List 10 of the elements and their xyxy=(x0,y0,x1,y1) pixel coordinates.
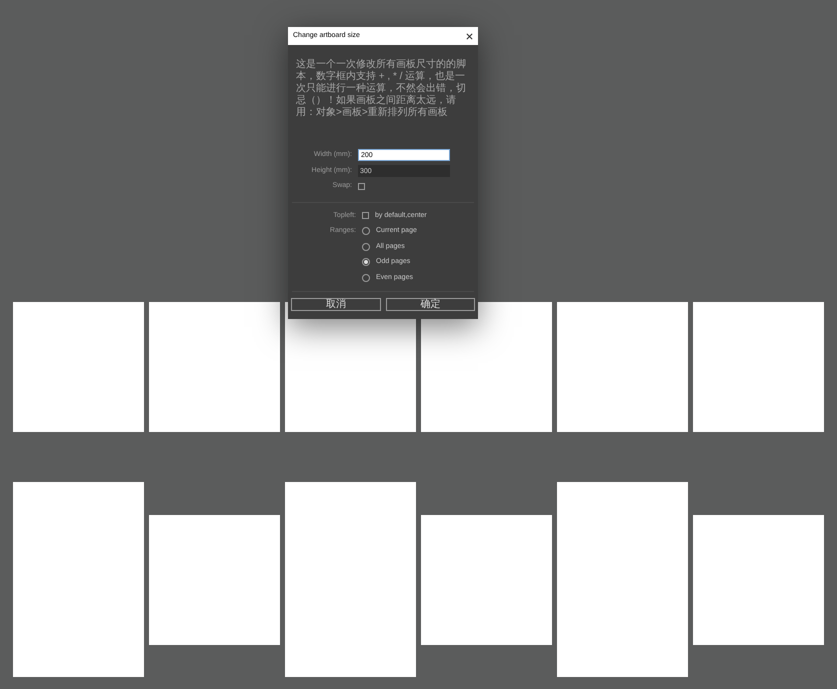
dialog-button[interactable]: 确定 xyxy=(386,298,475,311)
close-icon[interactable] xyxy=(466,32,473,40)
swap-checkbox[interactable] xyxy=(358,182,365,190)
description-text: 这是一个一次修改所有画板尺寸的的脚本，数字框内支持 + , * / 运算，也是一次只能进行一种运算，不然会出错，切忌（）！如果画板之间距离太远，请用：对象>画板>重新排列所有画板 xyxy=(295,58,467,120)
dialog-button[interactable]: 取消 xyxy=(291,298,380,311)
radio-button[interactable] xyxy=(362,258,370,266)
topleft-checkbox[interactable] xyxy=(362,212,369,220)
radio-button[interactable] xyxy=(362,274,370,282)
radio-button[interactable] xyxy=(362,242,370,251)
radio-button[interactable] xyxy=(362,227,370,236)
